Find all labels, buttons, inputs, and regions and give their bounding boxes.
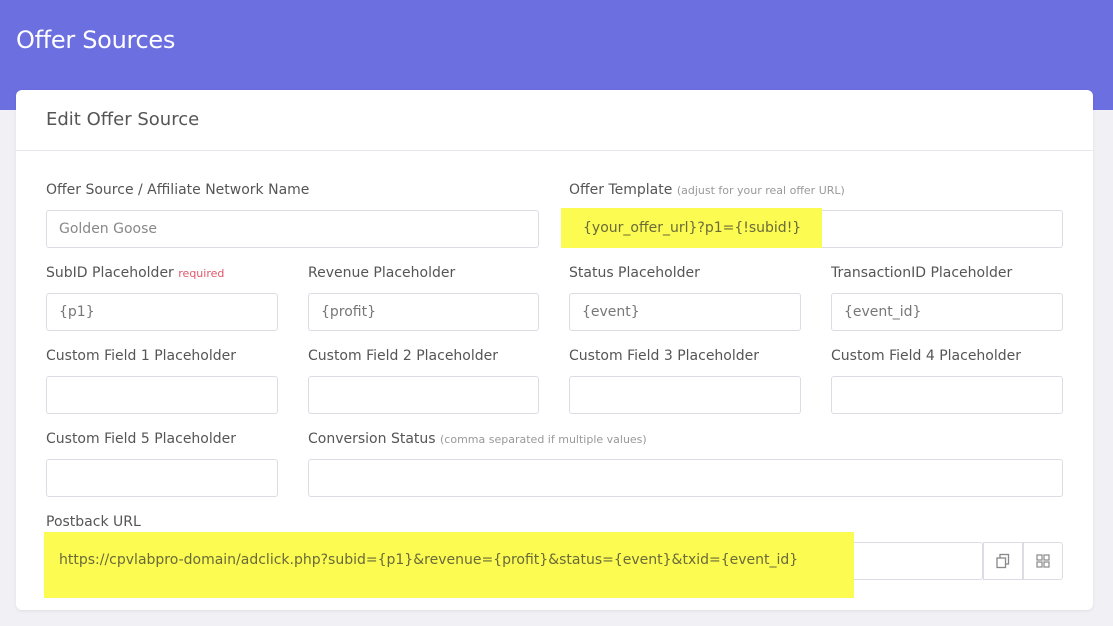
conversion-status-hint: (comma separated if multiple values) [440, 433, 647, 446]
qr-grid-icon [1036, 554, 1050, 568]
conversion-status-input[interactable] [308, 459, 1063, 497]
card-header: Edit Offer Source [16, 90, 1093, 151]
custom1-label: Custom Field 1 Placeholder [46, 348, 237, 364]
status-value: {event} [582, 304, 640, 320]
copy-button[interactable] [983, 542, 1023, 580]
subid-value: {p1} [59, 304, 95, 320]
edit-offer-source-card: Edit Offer Source Offer Source / Affilia… [16, 90, 1093, 610]
custom5-label: Custom Field 5 Placeholder [46, 431, 237, 447]
offer-template-value: {your_offer_url}?p1={!subid!} [583, 220, 802, 236]
conversion-status-label: Conversion Status (comma separated if mu… [308, 431, 647, 447]
custom3-input[interactable] [569, 376, 801, 414]
transaction-id-label: TransactionID Placeholder [831, 265, 1013, 281]
conversion-status-label-text: Conversion Status [308, 431, 436, 447]
custom2-label: Custom Field 2 Placeholder [308, 348, 499, 364]
subid-required-badge: required [178, 267, 225, 280]
postback-url-label: Postback URL [46, 514, 141, 530]
offer-template-label: Offer Template (adjust for your real off… [569, 182, 845, 198]
status-input[interactable]: {event} [569, 293, 801, 331]
card-title: Edit Offer Source [46, 109, 200, 130]
qr-code-button[interactable] [1023, 542, 1063, 580]
status-label: Status Placeholder [569, 265, 700, 281]
postback-url-value: https://cpvlabpro-domain/adclick.php?sub… [59, 552, 799, 568]
copy-icon [996, 553, 1010, 569]
revenue-input[interactable]: {profit} [308, 293, 539, 331]
subid-label-text: SubID Placeholder [46, 265, 174, 281]
revenue-value: {profit} [321, 304, 377, 320]
revenue-label: Revenue Placeholder [308, 265, 456, 281]
transaction-id-input[interactable]: {event_id} [831, 293, 1063, 331]
subid-label: SubID Placeholder required [46, 265, 224, 281]
custom2-input[interactable] [308, 376, 539, 414]
custom1-input[interactable] [46, 376, 278, 414]
custom3-label: Custom Field 3 Placeholder [569, 348, 760, 364]
custom5-input[interactable] [46, 459, 278, 497]
network-name-label: Offer Source / Affiliate Network Name [46, 182, 310, 198]
network-name-input[interactable]: Golden Goose [46, 210, 539, 248]
custom4-input[interactable] [831, 376, 1063, 414]
subid-input[interactable]: {p1} [46, 293, 278, 331]
offer-template-label-text: Offer Template [569, 182, 673, 198]
offer-template-hint: (adjust for your real offer URL) [676, 184, 845, 197]
transaction-id-value: {event_id} [844, 304, 922, 320]
custom4-label: Custom Field 4 Placeholder [831, 348, 1022, 364]
page-title: Offer Sources [16, 26, 176, 54]
network-name-placeholder: Golden Goose [59, 221, 158, 237]
